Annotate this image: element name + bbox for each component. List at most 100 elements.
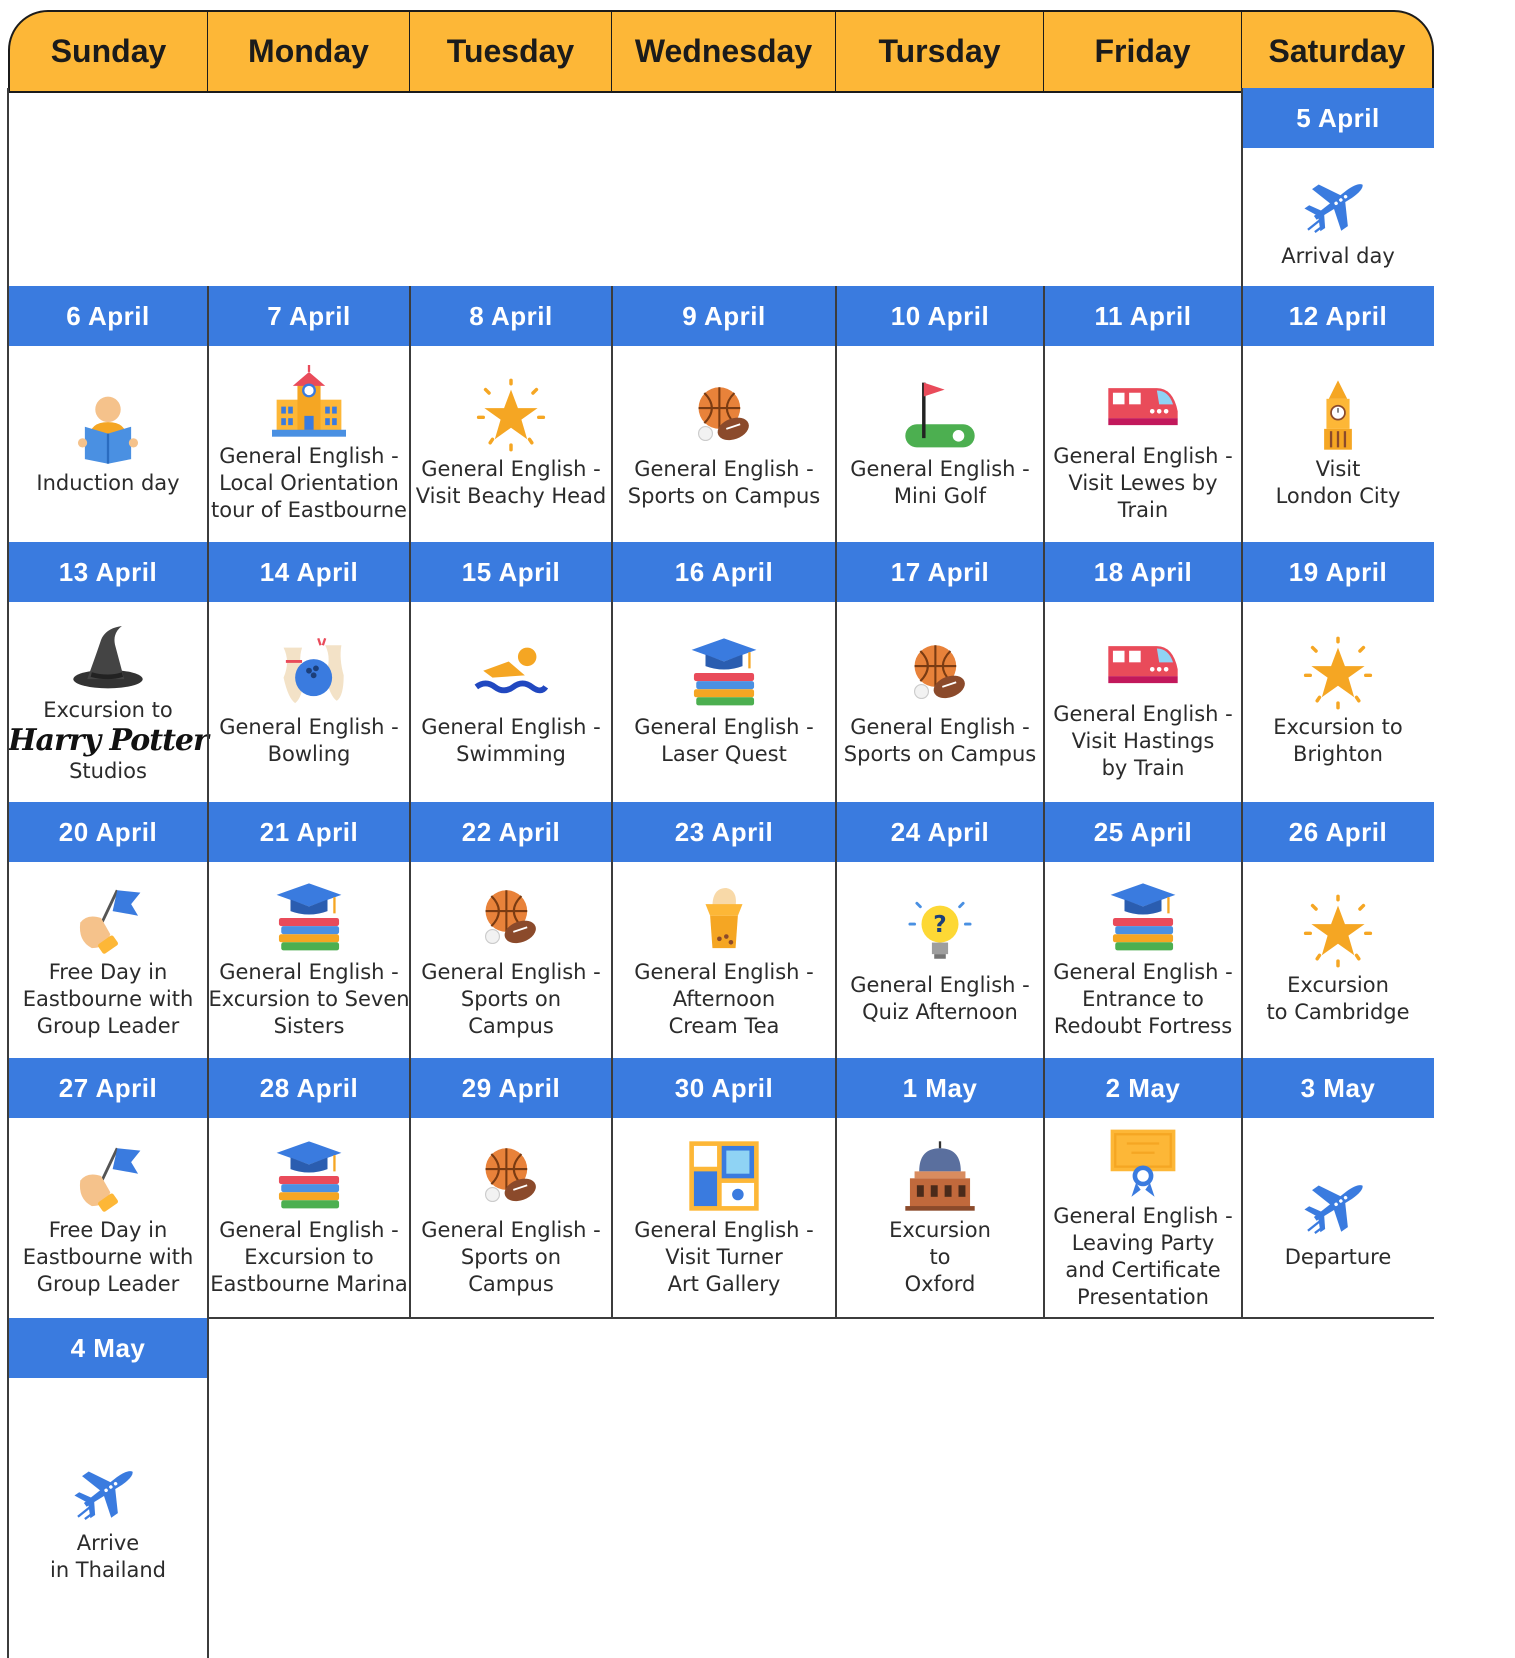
activity-text: Visit London City: [1275, 457, 1401, 508]
star-icon: [1301, 894, 1375, 968]
date-label: 1 May: [836, 1058, 1044, 1118]
activity-text: Free Day in Eastbourne with Group Leader: [22, 959, 194, 1038]
activity-text: Departure: [1284, 1244, 1392, 1269]
big-ben-icon: [1301, 378, 1375, 452]
activity-cell: General English - Sports on Campus: [410, 1118, 612, 1318]
sports-balls-icon: [474, 881, 548, 955]
date-label: 20 April: [8, 802, 208, 862]
activity-text: General English - Leaving Party and Cert…: [1053, 1204, 1233, 1309]
activity-text: Excursion to Oxford: [889, 1217, 991, 1296]
activity-text: General English - Afternoon Cream Tea: [634, 959, 814, 1038]
date-label: 11 April: [1044, 286, 1242, 346]
date-label: 23 April: [612, 802, 836, 862]
grid-line-vertical: [409, 286, 411, 1318]
grid-line-vertical: [207, 286, 209, 1318]
activity-text: General English - Swimming: [421, 715, 601, 766]
grid-line-vertical: [1241, 88, 1243, 286]
activity-cell: General English - Mini Golf: [836, 346, 1044, 542]
date-label: 7 April: [208, 286, 410, 346]
date-label: 19 April: [1242, 542, 1434, 602]
airplane-icon: [1301, 165, 1375, 239]
train-icon: [1106, 365, 1180, 439]
activity-cell: General English - Excursion to Eastbourn…: [208, 1118, 410, 1318]
graduation-books-icon: [1106, 881, 1180, 955]
date-label: 27 April: [8, 1058, 208, 1118]
swimmer-icon: [474, 636, 549, 710]
activity-text: Excursion to Brighton: [1273, 715, 1403, 766]
activity-cell: General English - Swimming: [410, 602, 612, 802]
date-label: 3 May: [1242, 1058, 1434, 1118]
star-icon: [474, 378, 548, 452]
certificate-icon: [1106, 1125, 1180, 1199]
activity-text: General English - Excursion to Eastbourn…: [210, 1217, 408, 1296]
date-label: 21 April: [208, 802, 410, 862]
activity-cell: General English - Leaving Party and Cert…: [1044, 1118, 1242, 1318]
date-label: 5 April: [1242, 88, 1434, 148]
activity-cell: ? General English - Quiz Afternoon: [836, 862, 1044, 1058]
date-label: 29 April: [410, 1058, 612, 1118]
activity-cell: Induction day: [8, 346, 208, 542]
wizard-hat-icon: [71, 619, 145, 693]
date-label: 28 April: [208, 1058, 410, 1118]
harry-potter-logo: Harry Potter: [8, 723, 209, 758]
activity-cell: General English - Excursion to Seven Sis…: [208, 862, 410, 1058]
date-label: 16 April: [612, 542, 836, 602]
cream-tea-cup-icon: [687, 881, 761, 955]
activity-cell: Excursion to Brighton: [1242, 602, 1434, 802]
graduation-books-icon: [272, 1139, 346, 1213]
activity-text: Excursion to Cambridge: [1266, 973, 1410, 1024]
date-label: 14 April: [208, 542, 410, 602]
date-label: 6 April: [8, 286, 208, 346]
activity-cell: Excursion to Cambridge: [1242, 862, 1434, 1058]
activity-cell: Visit London City: [1242, 346, 1434, 542]
hand-flag-icon: [71, 1139, 145, 1213]
day-header-saturday: Saturday: [1242, 10, 1434, 93]
activity-text: General English - Local Orientation tour…: [211, 443, 407, 522]
activity-text: General English - Entrance to Redoubt Fo…: [1053, 959, 1233, 1038]
reading-person-icon: [71, 392, 145, 466]
activity-text: General English - Sports on Campus: [421, 1217, 601, 1296]
activity-cell: General English - Sports on Campus: [612, 346, 836, 542]
graduation-books-icon: [272, 881, 346, 955]
lightbulb-question-icon: ?: [903, 894, 977, 968]
activity-cell: General English - Visit Hastings by Trai…: [1044, 602, 1242, 802]
sports-balls-icon: [903, 636, 977, 710]
activity-cell: General English - Entrance to Redoubt Fo…: [1044, 862, 1242, 1058]
day-header-tursday: Tursday: [836, 10, 1044, 93]
date-label: 18 April: [1044, 542, 1242, 602]
day-header-tuesday: Tuesday: [410, 10, 612, 93]
activity-cell: Arrival day: [1242, 148, 1434, 286]
date-label: 30 April: [612, 1058, 836, 1118]
activity-text: Arrival day: [1281, 243, 1395, 268]
activity-text: General English - Bowling: [219, 715, 399, 766]
activity-cell: General English - Visit Beachy Head: [410, 346, 612, 542]
activity-text: Free Day in Eastbourne with Group Leader: [22, 1217, 194, 1296]
activity-text: General English - Excursion to Seven Sis…: [208, 959, 410, 1038]
activity-calendar: Sunday Monday Tuesday Wednesday Tursday Frida…: [0, 0, 1515, 1658]
activity-cell: General English - Sports on Campus: [410, 862, 612, 1058]
date-label: 9 April: [612, 286, 836, 346]
activity-cell: General English - Laser Quest: [612, 602, 836, 802]
activity-text-2: Studios: [69, 759, 147, 783]
activity-cell: General English - Bowling: [208, 602, 410, 802]
activity-text: General English - Visit Hastings by Trai…: [1053, 701, 1233, 780]
grid-line-vertical: [7, 88, 9, 1658]
day-header-friday: Friday: [1044, 10, 1242, 93]
grid-line-vertical: [1241, 286, 1243, 1318]
bowling-icon: [272, 636, 346, 710]
date-label: 13 April: [8, 542, 208, 602]
activity-text: Induction day: [36, 470, 180, 495]
sports-balls-icon: [687, 378, 761, 452]
activity-cell: Excursion to Oxford: [836, 1118, 1044, 1318]
activity-text: General English - Laser Quest: [634, 715, 814, 766]
grid-line-horizontal: [208, 1317, 1434, 1319]
date-label: 10 April: [836, 286, 1044, 346]
graduation-books-icon: [687, 636, 761, 710]
sports-balls-icon: [474, 1139, 548, 1213]
grid-line-vertical: [611, 286, 613, 1318]
day-header-wednesday: Wednesday: [612, 10, 836, 93]
train-icon: [1106, 623, 1180, 697]
activity-cell: Departure: [1242, 1118, 1434, 1318]
activity-cell: Excursion to Harry Potter Studios: [8, 602, 209, 802]
day-header-monday: Monday: [208, 10, 410, 93]
